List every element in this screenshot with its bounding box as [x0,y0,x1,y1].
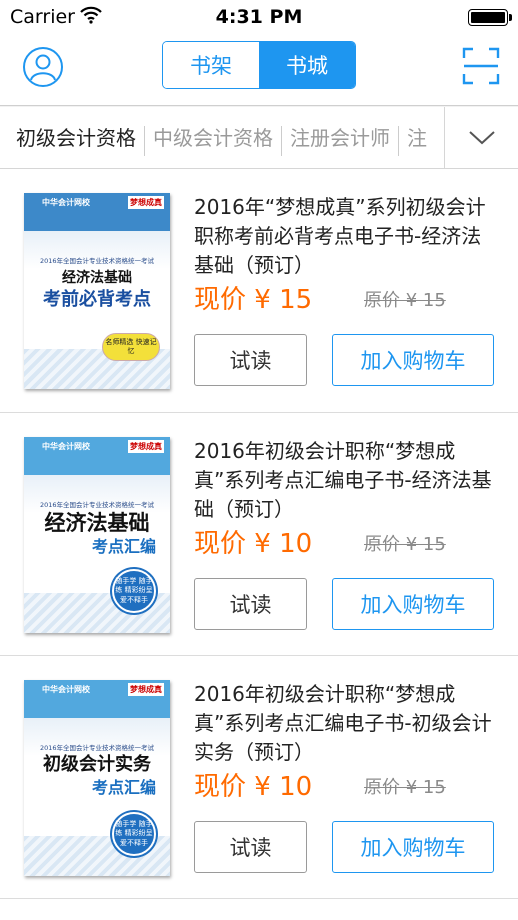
category-tab-junior-accounting[interactable]: 初级会计资格 [0,107,144,168]
book-item[interactable]: 中华会计网校 梦想成真 2016年全国会计专业技术资格统一考试 初级会计实务 考… [0,655,518,898]
book-cover-image[interactable]: 中华会计网校 梦想成真 2016年全国会计专业技术资格统一考试 经济法基础 考前… [24,193,170,389]
original-price: 原价 ¥ 15 [364,777,446,798]
cover-badge: 名师精选 快速记忆 [102,333,160,361]
cover-brand: 中华会计网校 [42,685,90,694]
cover-series: 梦想成真 [128,440,164,453]
cover-line1: 经济法基础 [62,270,132,286]
original-price: 原价 ¥ 15 [364,290,446,311]
cover-line2: 考点汇编 [91,778,156,797]
cover-line2: 考点汇编 [91,537,156,556]
original-price: 原价 ¥ 15 [364,534,446,555]
preview-button[interactable]: 试读 [194,578,307,630]
book-item[interactable]: 中华会计网校 梦想成真 2016年全国会计专业技术资格统一考试 经济法基础 考前… [0,169,518,412]
cover-badge: 随手学 随手练 精彩纷呈 爱不释手 [112,812,156,856]
category-tab-intermediate-accounting[interactable]: 中级会计资格 [145,107,281,168]
add-to-cart-button[interactable]: 加入购物车 [332,334,494,386]
scan-button[interactable] [462,47,500,85]
current-price: 现价 ¥ 15 [194,285,313,315]
tab-bookshelf[interactable]: 书架 [163,42,259,88]
cover-series: 梦想成真 [128,196,164,209]
cover-badge: 随手学 随手练 精彩纷呈 爱不释手 [112,569,156,613]
current-price: 现价 ¥ 10 [194,772,313,802]
book-cover-image[interactable]: 中华会计网校 梦想成真 2016年全国会计专业技术资格统一考试 初级会计实务 考… [24,680,170,876]
cover-line1: 初级会计实务 [43,754,151,775]
cover-line2: 考前必背考点 [43,289,151,310]
cover-brand: 中华会计网校 [42,442,90,451]
battery-icon [468,9,512,26]
chevron-down-icon [468,131,495,145]
category-expand-button[interactable] [444,107,518,168]
current-price: 现价 ¥ 10 [194,529,313,559]
book-title[interactable]: 2016年初级会计职称“梦想成真”系列考点汇编电子书-经济法基础（预订） [194,437,500,524]
book-item[interactable]: 中华会计网校 梦想成真 2016年全国会计专业技术资格统一考试 经济法基础 考点… [0,412,518,655]
category-bar: 初级会计资格 中级会计资格 注册会计师注 [0,107,518,169]
category-tabs: 初级会计资格 中级会计资格 注册会计师注 [0,107,444,168]
book-title[interactable]: 2016年初级会计职称“梦想成真”系列考点汇编电子书-初级会计实务（预订） [194,680,500,767]
book-title[interactable]: 2016年“梦想成真”系列初级会计职称考前必背考点电子书-经济法基础（预订） [194,193,500,280]
cover-subtitle: 2016年全国会计专业技术资格统一考试 [39,257,155,265]
user-icon [23,47,63,87]
add-to-cart-button[interactable]: 加入购物车 [332,821,494,873]
book-item-partial[interactable] [0,898,518,920]
preview-button[interactable]: 试读 [194,821,307,873]
status-bar: Carrier 4:31 PM [0,0,518,34]
cover-brand: 中华会计网校 [42,198,90,207]
tab-bookstore[interactable]: 书城 [259,42,355,88]
category-tab-cpa[interactable]: 注册会计师 [282,107,398,168]
cover-series: 梦想成真 [128,683,164,696]
preview-button[interactable]: 试读 [194,334,307,386]
clock: 4:31 PM [215,6,303,28]
nav-bar: 书架 书城 [0,34,518,106]
user-profile-button[interactable] [22,46,64,88]
segmented-control: 书架 书城 [162,41,356,89]
scan-icon [462,47,500,85]
add-to-cart-button[interactable]: 加入购物车 [332,578,494,630]
book-cover-image[interactable]: 中华会计网校 梦想成真 2016年全国会计专业技术资格统一考试 经济法基础 考点… [24,437,170,633]
category-tab-truncated[interactable]: 注 [399,107,435,168]
